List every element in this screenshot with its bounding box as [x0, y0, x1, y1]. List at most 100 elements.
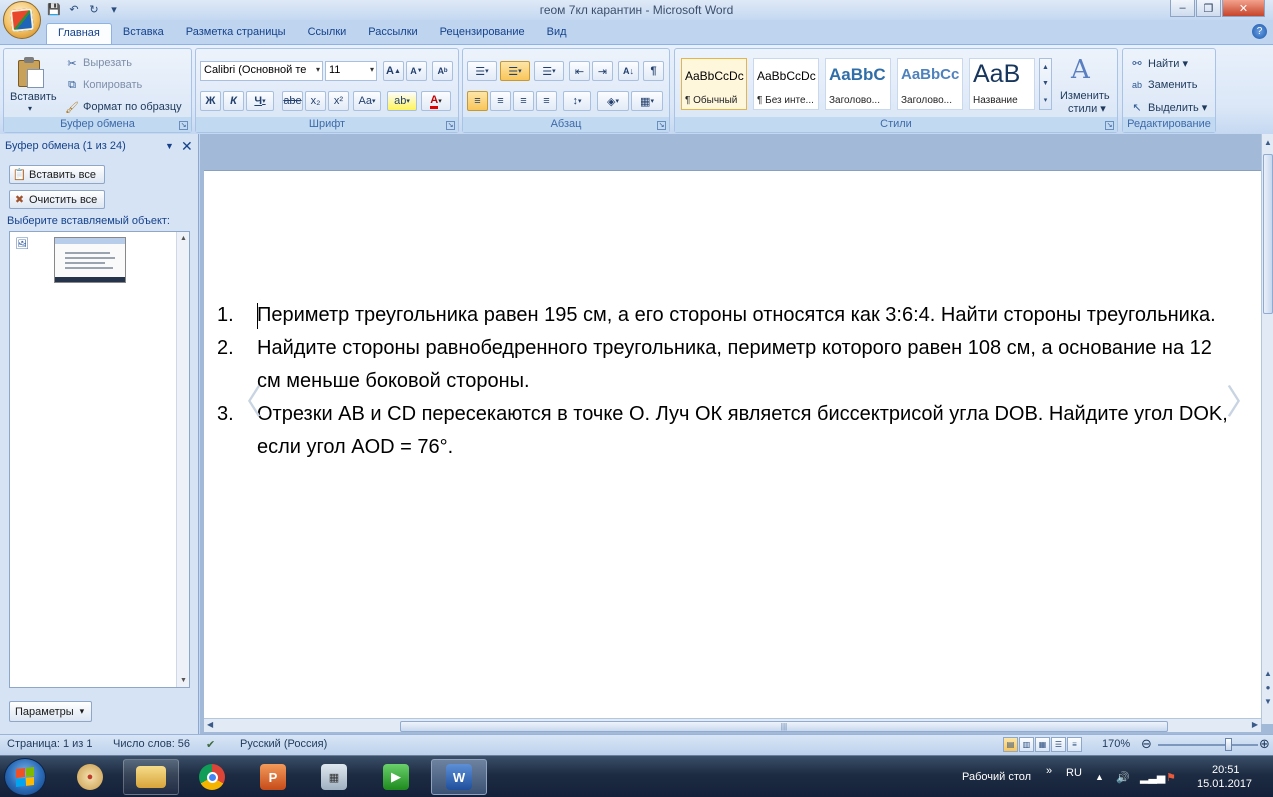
list-item[interactable]: 3. Отрезки АВ и CD пересекаются в точке … [217, 398, 1237, 464]
chevron-down-icon[interactable]: ▼ [1042, 80, 1049, 87]
pane-menu-icon[interactable]: ▼ [165, 141, 174, 151]
full-screen-reading-icon[interactable]: ▥ [1019, 737, 1034, 752]
borders-button[interactable]: ▦ ▾ [631, 91, 663, 111]
chevron-left-icon[interactable]: ◀ [207, 720, 213, 729]
taskbar-explorer[interactable] [123, 759, 179, 795]
close-button[interactable]: ✕ [1222, 0, 1265, 17]
horizontal-scrollbar[interactable]: ◀ ||| ▶ [204, 718, 1261, 732]
tab-page-layout[interactable]: Разметка страницы [175, 23, 297, 44]
gallery-more-icon[interactable]: ▾ [1044, 96, 1048, 104]
desktop-toolbar-label[interactable]: Рабочий стол [962, 756, 1031, 797]
minimize-button[interactable]: – [1170, 0, 1195, 17]
options-button[interactable]: Параметры ▾ [9, 701, 92, 722]
find-button[interactable]: ⚯ Найти ▾ [1129, 55, 1188, 71]
chevron-right-icon[interactable]: ▶ [1252, 720, 1258, 729]
justify-button[interactable]: ≡ [536, 91, 557, 111]
tab-view[interactable]: Вид [536, 23, 578, 44]
zoom-slider[interactable] [1158, 744, 1258, 746]
format-painter-button[interactable]: 🖌 Формат по образцу [64, 99, 182, 115]
paste-dropdown-icon[interactable]: ▾ [28, 104, 32, 113]
align-right-button[interactable]: ≡ [513, 91, 534, 111]
previous-page-icon[interactable]: ▲ [1263, 669, 1273, 678]
network-signal-icon[interactable]: ▂▃▅ [1140, 756, 1165, 797]
page-count[interactable]: Страница: 1 из 1 [7, 738, 93, 750]
zoom-out-icon[interactable]: ⊖ [1141, 736, 1152, 752]
taskbar-powerpoint[interactable]: P [245, 759, 301, 795]
taskbar-chrome[interactable] [184, 759, 240, 795]
chevron-down-icon[interactable]: ▾ [370, 65, 374, 74]
tab-references[interactable]: Ссылки [297, 23, 358, 44]
document-page[interactable]: 1. Периметр треугольника равен 195 см, а… [204, 170, 1261, 718]
style-heading-1[interactable]: AaBbC Заголово... [825, 58, 891, 110]
styles-gallery-scroll[interactable]: ▲ ▼ ▾ [1039, 58, 1052, 110]
font-color-button[interactable]: A ▾ [421, 91, 451, 111]
outline-icon[interactable]: ☰ [1051, 737, 1066, 752]
chevron-up-icon[interactable]: ▲ [1042, 64, 1049, 71]
align-left-button[interactable]: ≡ [467, 91, 488, 111]
strikethrough-button[interactable]: abe [282, 91, 303, 111]
bold-button[interactable]: Ж [200, 91, 221, 111]
paragraph-dialog-launcher[interactable]: ↘ [657, 121, 666, 130]
sort-button[interactable]: A↓ [618, 61, 639, 81]
draft-icon[interactable]: ≡ [1067, 737, 1082, 752]
replace-button[interactable]: ab Заменить [1129, 77, 1197, 93]
multilevel-list-button[interactable]: ☰ ▾ [534, 61, 564, 81]
toolbar-chevron-icon[interactable]: » [1046, 750, 1052, 792]
show-hidden-icons-icon[interactable]: ▲ [1095, 756, 1104, 797]
taskbar-paint[interactable]: ● [62, 759, 118, 795]
taskbar-calculator[interactable]: ▦ [306, 759, 362, 795]
maximize-button[interactable]: ❐ [1196, 0, 1221, 17]
pane-close-icon[interactable]: ✕ [181, 138, 193, 155]
volume-icon[interactable]: 🔊 [1116, 756, 1130, 797]
taskbar-media-player[interactable]: ▶ [368, 759, 424, 795]
language-bar[interactable]: RU [1066, 752, 1082, 794]
cut-button[interactable]: ✂ Вырезать [64, 55, 132, 71]
grow-font-button[interactable]: A ▲ [383, 61, 404, 81]
word-count[interactable]: Число слов: 56 [113, 738, 190, 750]
shrink-font-button[interactable]: A ▼ [406, 61, 427, 81]
action-center-flag-icon[interactable]: ⚑ [1166, 756, 1176, 797]
list-item[interactable]: 1. Периметр треугольника равен 195 см, а… [217, 299, 1237, 332]
tab-insert[interactable]: Вставка [112, 23, 175, 44]
paste-all-button[interactable]: 📋 Вставить все [9, 165, 105, 184]
print-layout-icon[interactable]: ▤ [1003, 737, 1018, 752]
vertical-scroll-thumb[interactable] [1263, 154, 1273, 314]
browse-object-icon[interactable]: ● [1263, 683, 1273, 692]
list-item[interactable]: 2. Найдите стороны равнобедренного треуг… [217, 332, 1237, 398]
tab-mailings[interactable]: Рассылки [357, 23, 428, 44]
taskbar-word[interactable]: W [431, 759, 487, 795]
bullets-button[interactable]: ☰ ▾ [467, 61, 497, 81]
clock-date[interactable]: 15.01.2017 [1197, 763, 1252, 797]
clipboard-item[interactable]: 🖼 [10, 232, 175, 288]
clipboard-list-scrollbar[interactable]: ▲ ▼ [176, 232, 189, 687]
style-heading-2[interactable]: AaBbCc Заголово... [897, 58, 963, 110]
styles-dialog-launcher[interactable]: ↘ [1105, 121, 1114, 130]
start-button[interactable] [4, 758, 46, 796]
superscript-button[interactable]: x² [328, 91, 349, 111]
clipboard-dialog-launcher[interactable]: ↘ [179, 121, 188, 130]
chevron-up-icon[interactable]: ▲ [180, 235, 187, 242]
font-name-combobox[interactable]: Calibri (Основной те ▾ [200, 61, 323, 81]
line-spacing-button[interactable]: ↕ ▾ [563, 91, 591, 111]
font-dialog-launcher[interactable]: ↘ [446, 121, 455, 130]
chevron-down-icon[interactable]: ▼ [180, 677, 187, 684]
help-icon[interactable]: ? [1252, 24, 1267, 39]
style-title[interactable]: AaB Название [969, 58, 1035, 110]
style-no-spacing[interactable]: AaBbCcDc ¶ Без инте... [753, 58, 819, 110]
proofing-icon[interactable]: ✔ [206, 738, 215, 751]
show-marks-button[interactable]: ¶ [643, 61, 664, 81]
next-page-arrow-icon[interactable]: 〉 [1226, 375, 1260, 424]
vertical-scrollbar[interactable]: ▲ ▲ ● ▼ [1261, 134, 1273, 724]
copy-button[interactable]: ⧉ Копировать [64, 77, 142, 93]
shading-button[interactable]: ◈ ▾ [597, 91, 629, 111]
language-indicator[interactable]: Русский (Россия) [240, 738, 327, 750]
numbering-button[interactable]: ☰ ▾ [500, 61, 530, 81]
office-button[interactable] [3, 1, 41, 39]
horizontal-scroll-thumb[interactable]: ||| [400, 721, 1168, 732]
chevron-up-icon[interactable]: ▲ [1263, 138, 1273, 147]
tab-review[interactable]: Рецензирование [429, 23, 536, 44]
font-size-combobox[interactable]: 11 ▾ [325, 61, 377, 81]
decrease-indent-button[interactable]: ⇤ [569, 61, 590, 81]
chevron-down-icon[interactable]: ▾ [316, 65, 320, 74]
subscript-button[interactable]: x₂ [305, 91, 326, 111]
